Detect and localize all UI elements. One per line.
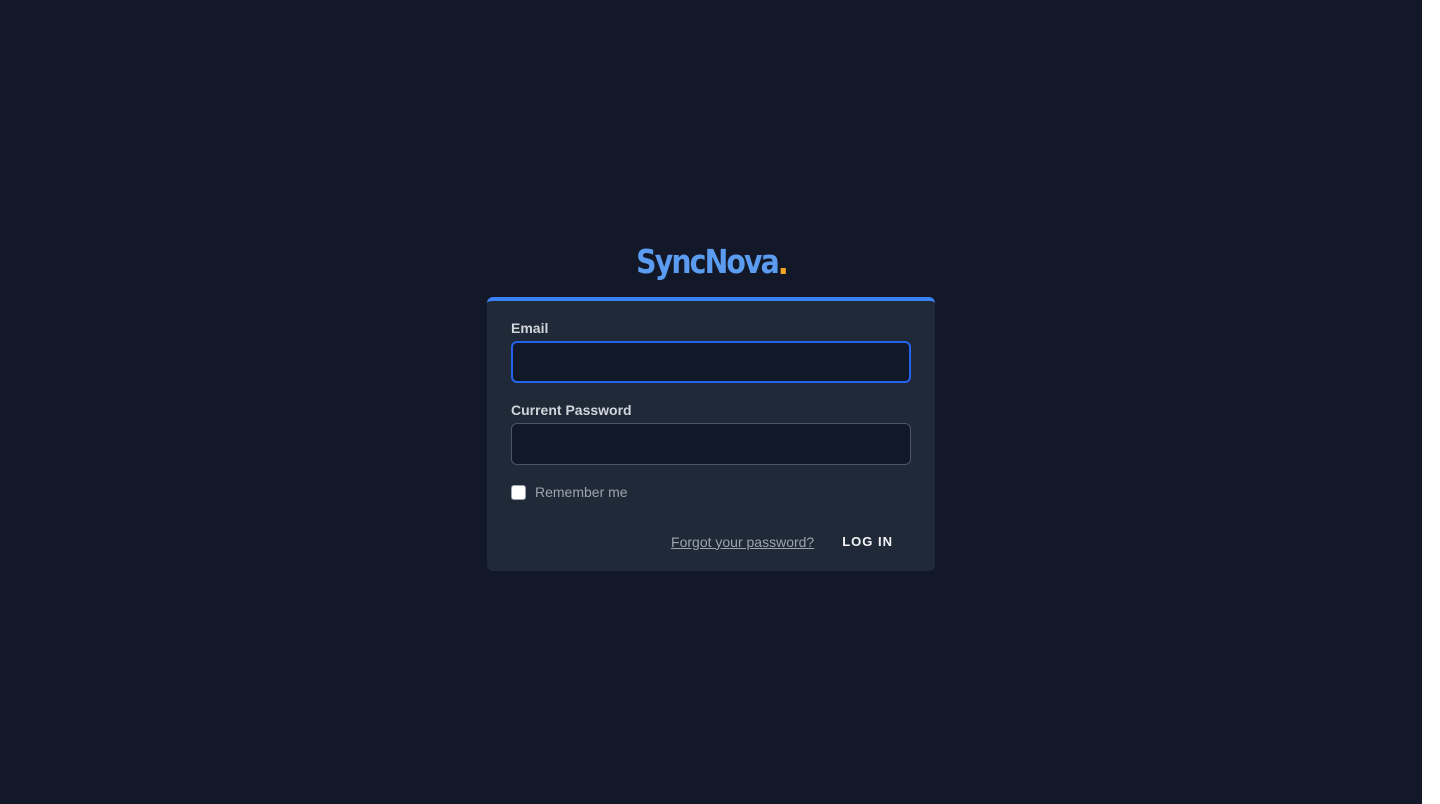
brand-name: SyncNova (636, 242, 780, 281)
brand-logo-text: SyncNova (636, 242, 786, 281)
email-label: Email (511, 320, 549, 336)
page-scrollbar-track[interactable] (1422, 0, 1440, 804)
login-page: SyncNova Email Current Password Remember… (0, 0, 1422, 804)
form-actions: Forgot your password? LOG IN (671, 530, 911, 553)
email-input[interactable] (511, 341, 911, 383)
remember-me-row[interactable]: Remember me (511, 484, 628, 500)
password-label: Current Password (511, 402, 632, 418)
brand-logo-dot (780, 268, 786, 274)
password-input[interactable] (511, 423, 911, 465)
brand-logo: SyncNova (0, 232, 1422, 278)
remember-me-label: Remember me (535, 484, 628, 500)
remember-me-checkbox[interactable] (511, 484, 526, 500)
forgot-password-link[interactable]: Forgot your password? (671, 534, 814, 550)
login-card: Email Current Password Remember me Forgo… (487, 297, 935, 571)
login-button[interactable]: LOG IN (832, 530, 911, 553)
